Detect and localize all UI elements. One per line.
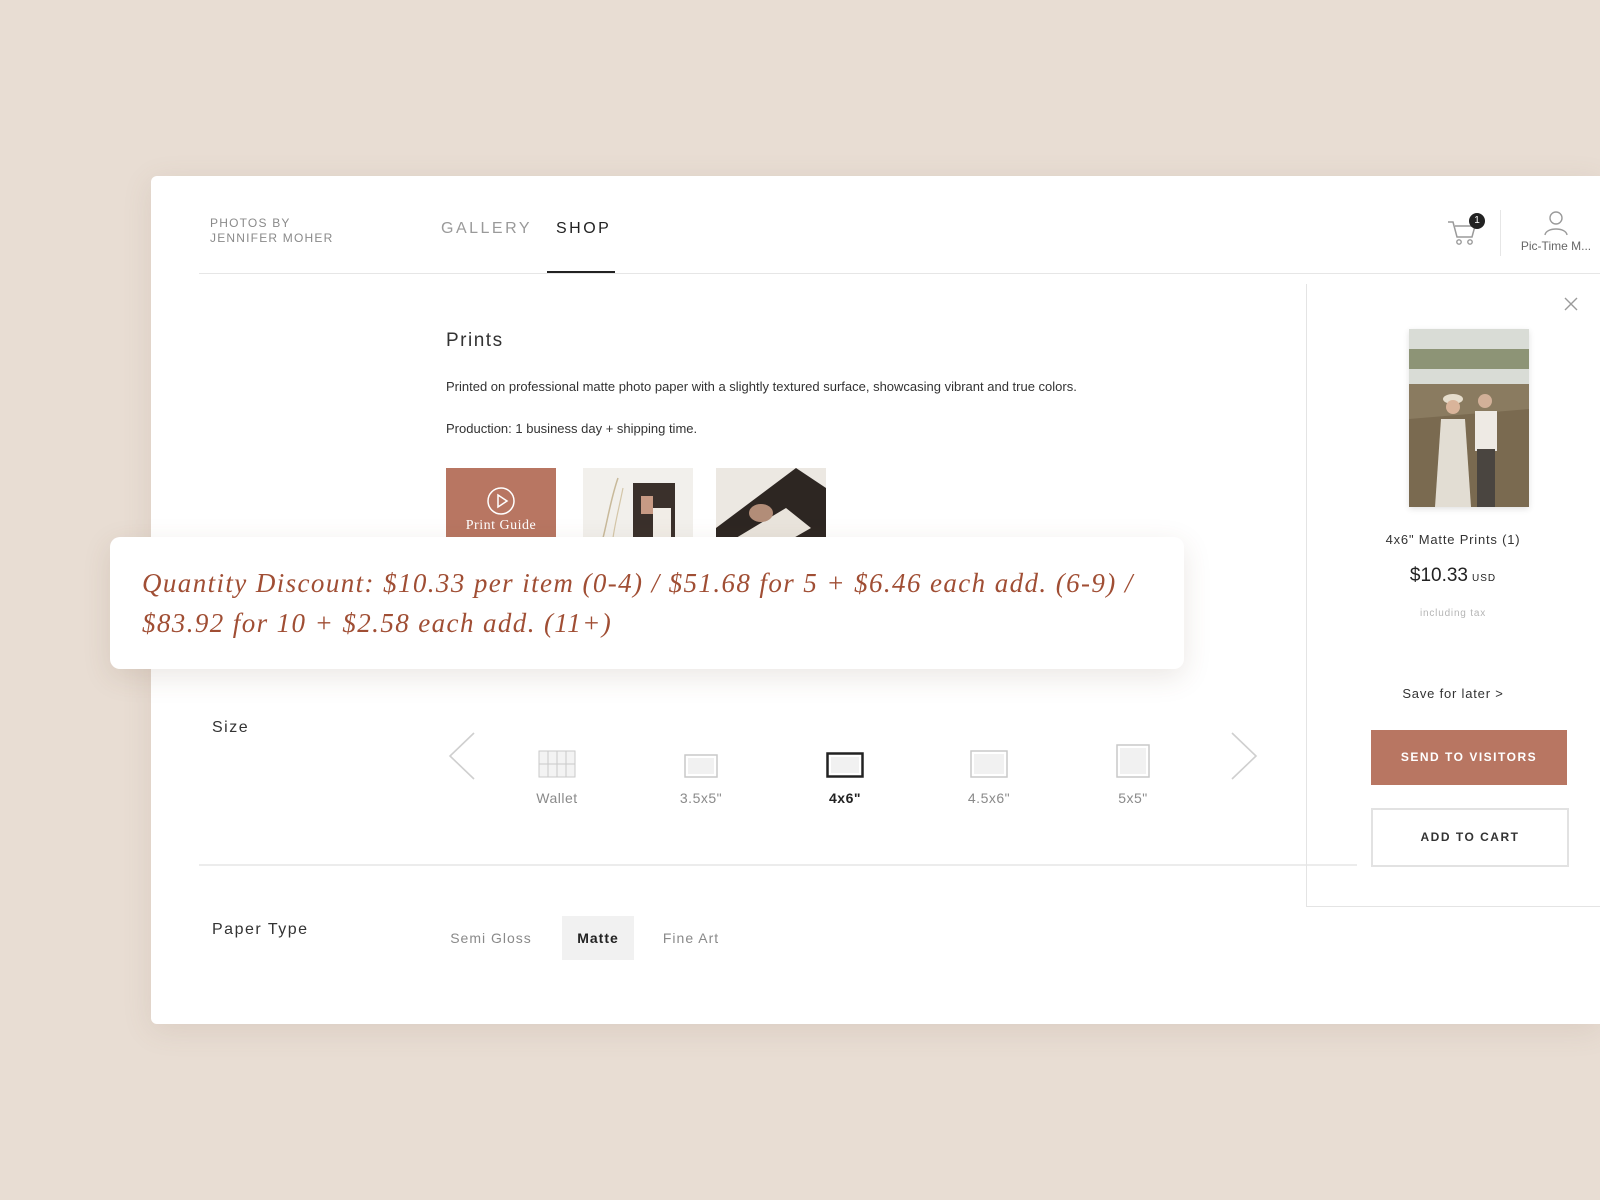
print-guide-label: Print Guide xyxy=(465,518,537,533)
quantity-discount-text: Quantity Discount: $10.33 per item (0-4)… xyxy=(142,568,1134,638)
chevron-left-icon[interactable] xyxy=(447,731,477,781)
size-3-5x5-icon xyxy=(684,754,718,778)
size-5x5-icon xyxy=(1116,744,1150,778)
size-option-label: 3.5x5" xyxy=(679,790,723,806)
brand-logo[interactable]: PHOTOS BY JENNIFER MOHER xyxy=(210,216,333,246)
size-option-label: Wallet xyxy=(536,790,578,806)
product-thumbnail-3[interactable] xyxy=(716,468,826,548)
paper-type-label: Paper Type xyxy=(212,921,309,938)
size-section-divider xyxy=(199,864,1357,866)
production-time: Production: 1 business day + shipping ti… xyxy=(446,421,698,436)
save-for-later-link[interactable]: Save for later > xyxy=(1306,686,1600,701)
price-amount: $10.33 xyxy=(1409,565,1468,586)
size-option-4x6[interactable]: 4x6" xyxy=(795,746,895,806)
couple-in-field-photo xyxy=(1409,329,1529,507)
size-option-3-5x5[interactable]: 3.5x5" xyxy=(651,746,751,806)
user-label: Pic-Time M... xyxy=(1520,239,1592,253)
user-icon xyxy=(1544,211,1568,236)
size-option-label: 4x6" xyxy=(829,790,861,806)
size-4-5x6-icon xyxy=(970,750,1008,778)
size-option-label: 5x5" xyxy=(1118,790,1148,806)
size-option-4-5x6[interactable]: 4.5x6" xyxy=(939,746,1039,806)
size-option-wallet[interactable]: Wallet xyxy=(507,746,607,806)
tax-note: including tax xyxy=(1420,608,1486,619)
cart-item-name: 4x6" Matte Prints (1) xyxy=(1385,532,1521,547)
cart-item-price: $10.33 USD xyxy=(1306,565,1600,587)
nav-tab-gallery[interactable]: GALLERY xyxy=(441,220,532,238)
user-account[interactable]: Pic-Time M... xyxy=(1511,210,1600,253)
product-thumbnail-2[interactable] xyxy=(583,468,693,548)
size-4x6-icon xyxy=(826,752,864,778)
add-to-cart-button[interactable]: ADD TO CART xyxy=(1371,808,1569,867)
thumbnail-photo-prints xyxy=(716,468,826,548)
close-icon[interactable] xyxy=(1563,296,1579,312)
wallet-size-icon xyxy=(538,750,576,778)
size-option-label: 4.5x6" xyxy=(967,790,1011,806)
thumbnail-photo-couple xyxy=(602,477,675,548)
chevron-right-icon[interactable] xyxy=(1229,731,1259,781)
selected-product-photo xyxy=(1409,329,1529,507)
paper-option-matte[interactable]: Matte xyxy=(562,916,634,960)
size-option-5x5[interactable]: 5x5" xyxy=(1083,744,1183,806)
paper-option-semi-gloss[interactable]: Semi Gloss xyxy=(446,916,536,960)
paper-option-fine-art[interactable]: Fine Art xyxy=(651,916,731,960)
quantity-discount-callout: Quantity Discount: $10.33 per item (0-4)… xyxy=(110,537,1184,669)
print-guide-thumbnail[interactable]: Print Guide xyxy=(446,468,556,548)
price-currency: USD xyxy=(1472,573,1497,584)
size-section-label: Size xyxy=(212,719,250,736)
product-description: Printed on professional matte photo pape… xyxy=(446,379,1077,394)
header-vertical-divider xyxy=(1500,210,1501,256)
product-title: Prints xyxy=(446,330,504,351)
brand-line-2: JENNIFER MOHER xyxy=(210,231,334,245)
brand-line-1: PHOTOS BY xyxy=(210,216,291,230)
cart-count-badge: 1 xyxy=(1469,213,1485,229)
send-to-visitors-button[interactable]: SEND TO VISITORS xyxy=(1371,730,1567,785)
play-icon xyxy=(487,487,515,515)
nav-tab-shop[interactable]: SHOP xyxy=(556,220,611,238)
header-divider xyxy=(199,273,1600,274)
